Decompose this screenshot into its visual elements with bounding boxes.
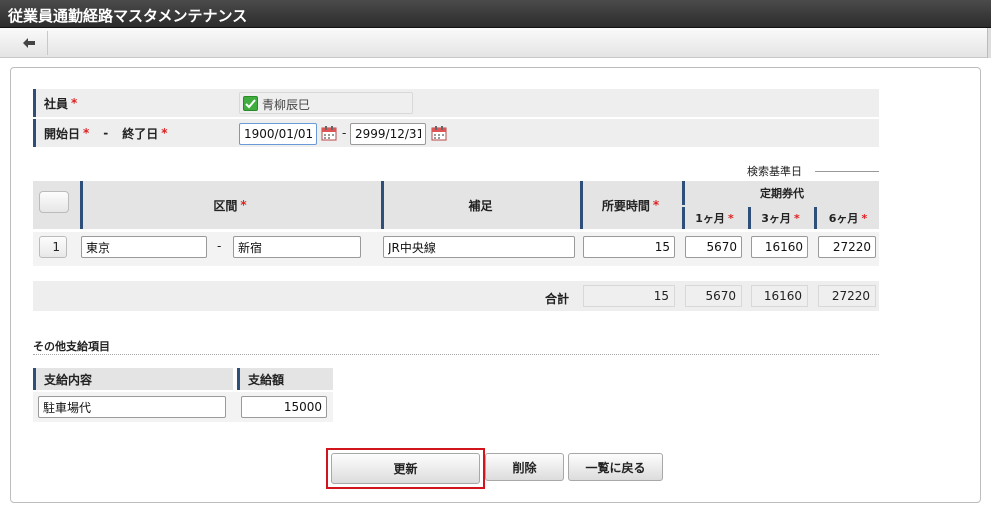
section-divider <box>33 354 879 355</box>
section-separator: - <box>217 239 222 253</box>
form-panel: 社員* 青柳辰巳 開始日* - 終了日* - 検索基準日 区間* 補足 所要時間… <box>10 67 981 503</box>
other-payments-title: その他支給項目 <box>33 340 110 353</box>
select-all-checkbox[interactable] <box>39 191 69 213</box>
total-label: 合計 <box>545 292 570 306</box>
toolbar <box>0 28 991 58</box>
three-month-input[interactable] <box>751 236 808 258</box>
date-range-separator: - <box>342 126 347 140</box>
note-input[interactable] <box>383 236 575 258</box>
payment-content-input[interactable] <box>38 396 226 418</box>
header-six-month: 6ヶ月 * <box>814 207 879 229</box>
calendar-icon[interactable] <box>321 125 337 141</box>
check-icon <box>243 96 258 111</box>
section-from-input[interactable] <box>81 236 207 258</box>
arrow-left-icon <box>22 38 35 48</box>
row-number: 1 <box>39 236 67 258</box>
header-section: 区間 * <box>80 181 377 229</box>
time-input[interactable] <box>583 236 675 258</box>
employee-label: 社員 * <box>33 89 233 117</box>
total-six-month: 27220 <box>818 285 876 307</box>
calendar-icon[interactable] <box>431 125 447 141</box>
employee-field[interactable]: 青柳辰巳 <box>239 92 413 114</box>
back-button[interactable] <box>10 31 48 55</box>
start-date-input[interactable] <box>239 123 317 145</box>
search-base-date-line <box>815 171 879 172</box>
header-commuter-pass: 定期券代 <box>682 181 879 205</box>
total-one-month: 5670 <box>685 285 742 307</box>
total-three-month: 16160 <box>751 285 808 307</box>
header-time: 所要時間 * <box>580 181 678 229</box>
header-payment-amount: 支給額 <box>237 368 333 390</box>
toolbar-edge <box>987 28 991 58</box>
update-button[interactable]: 更新 <box>331 453 480 484</box>
one-month-input[interactable] <box>685 236 742 258</box>
window-title: 従業員通勤経路マスタメンテナンス <box>0 0 991 28</box>
header-three-month: 3ヶ月 * <box>748 207 810 229</box>
end-date-input[interactable] <box>350 123 426 145</box>
section-to-input[interactable] <box>233 236 361 258</box>
employee-name: 青柳辰巳 <box>262 98 311 112</box>
total-time: 15 <box>583 285 675 307</box>
header-payment-content: 支給内容 <box>33 368 233 390</box>
six-month-input[interactable] <box>818 236 876 258</box>
period-label: 開始日 * - 終了日 * <box>33 119 233 147</box>
delete-button[interactable]: 削除 <box>485 453 564 481</box>
payment-amount-input[interactable] <box>241 396 327 418</box>
search-base-date-label: 検索基準日 <box>747 165 802 178</box>
header-one-month: 1ヶ月 * <box>682 207 744 229</box>
header-note: 補足 <box>381 181 577 229</box>
back-to-list-button[interactable]: 一覧に戻る <box>568 453 663 481</box>
